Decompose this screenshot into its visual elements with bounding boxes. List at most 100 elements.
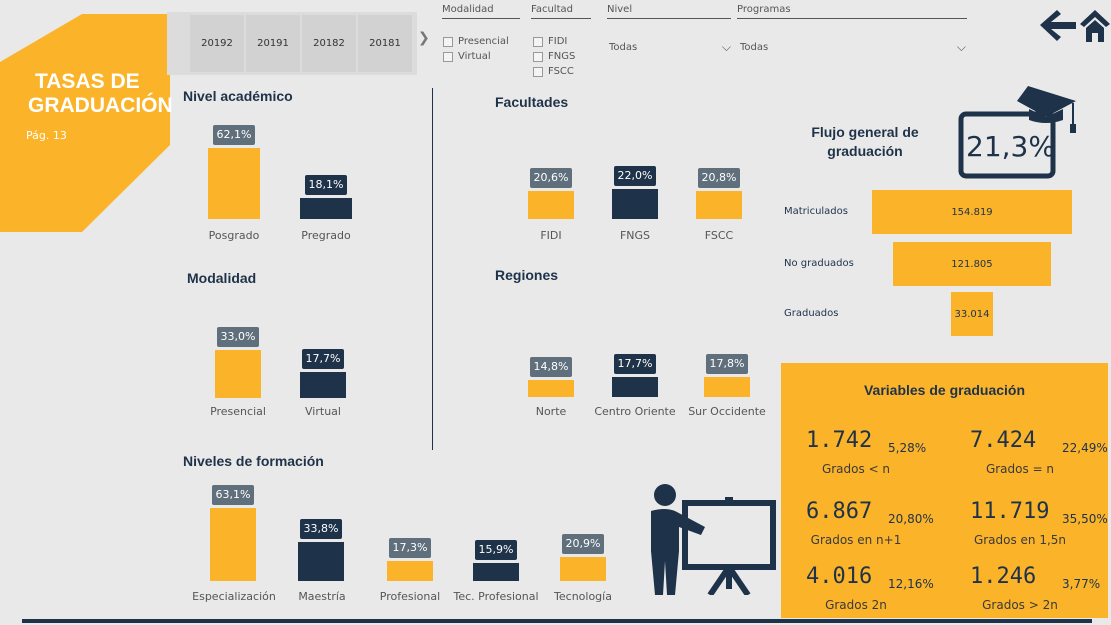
bar-sur-occidente[interactable] [704, 376, 750, 397]
category-label: Sur Occidente [688, 405, 766, 418]
data-label: 22,0% [614, 166, 656, 187]
data-label: 15,9% [475, 539, 517, 560]
category-label: Posgrado [208, 229, 260, 242]
category-label: Tecnología [554, 590, 612, 603]
nivel-dropdown[interactable]: Todas ⌵ [609, 40, 731, 54]
bar-posgrado[interactable] [208, 147, 260, 219]
page-number: Pág. 13 [26, 129, 67, 142]
period-20181[interactable]: 20181 [358, 15, 412, 72]
heading-modalidad: Modalidad [187, 270, 257, 286]
bar-presencial[interactable] [215, 350, 261, 398]
variable-percent: 5,28% [888, 441, 927, 455]
bottom-divider [22, 619, 1092, 623]
period-20182[interactable]: 20182 [302, 15, 356, 72]
data-label: 20,8% [698, 167, 740, 188]
variable-caption: Grados > 2n [982, 598, 1058, 612]
bar-fscc[interactable] [696, 190, 742, 219]
filter-facultad-label: Facultad [531, 4, 573, 15]
variable-percent: 22,49% [1062, 441, 1108, 455]
checkbox-label: Presencial [458, 36, 509, 47]
data-label: 17,3% [389, 538, 431, 559]
bar-especializaci-n[interactable] [210, 508, 256, 581]
variable-caption: Grados = n [985, 462, 1055, 476]
category-label: Tec. Profesional [453, 590, 539, 603]
variable-percent: 12,16% [888, 577, 934, 591]
funnel-bar[interactable]: 33.014 [950, 292, 994, 336]
back-arrow-icon[interactable] [1040, 8, 1076, 42]
period-20192[interactable]: 20192 [190, 15, 244, 72]
filter-divider [607, 18, 731, 19]
data-label: 17,7% [614, 353, 656, 374]
variable-caption: Grados < n [821, 462, 891, 476]
heading-facultades: Facultades [495, 94, 569, 110]
chevron-right-icon[interactable]: ❯ [418, 30, 430, 46]
category-label: Profesional [379, 590, 441, 603]
programas-dropdown[interactable]: Todas ⌵ [740, 40, 966, 54]
checkbox-presencial[interactable]: Presencial [443, 36, 509, 47]
bar-virtual[interactable] [300, 372, 346, 398]
funnel-bar[interactable]: 154.819 [872, 190, 1072, 234]
bar-profesional[interactable] [387, 561, 433, 581]
filter-nivel-label: Nivel [607, 4, 633, 15]
variable-value: 11.719 [970, 499, 1050, 524]
variable-value: 1.246 [970, 564, 1037, 589]
bar-fidi[interactable] [528, 191, 574, 219]
variable-value: 4.016 [806, 564, 873, 589]
dropdown-value: Todas [740, 42, 769, 53]
flujo-title-line2: graduación [827, 143, 903, 159]
funnel-label: No graduados [784, 258, 854, 269]
variable-percent: 35,50% [1062, 512, 1108, 526]
teacher-board-icon [651, 484, 776, 595]
filter-divider [442, 18, 520, 19]
bar-pregrado[interactable] [300, 198, 352, 219]
funnel-bar[interactable]: 121.805 [893, 242, 1051, 286]
page-title-line2: GRADUACIÓN [28, 94, 173, 117]
filter-divider [737, 18, 967, 19]
data-label: 33,0% [217, 327, 259, 348]
filter-modalidad-label: Modalidad [442, 4, 494, 15]
checkbox-fidi[interactable]: FIDI [533, 36, 567, 47]
checkbox-label: FNGS [548, 51, 576, 62]
variable-value: 7.424 [970, 428, 1037, 453]
variable-caption: Grados en n+1 [810, 533, 902, 547]
bar-norte[interactable] [528, 379, 574, 397]
data-label: 63,1% [212, 485, 254, 506]
chevron-down-icon: ⌵ [956, 40, 966, 54]
bar-tec-profesional[interactable] [473, 562, 519, 581]
category-label: Virtual [305, 405, 341, 418]
variable-caption: Grados 2n [825, 598, 887, 612]
checkbox-virtual[interactable]: Virtual [443, 51, 491, 62]
category-label: FSCC [704, 229, 734, 242]
data-label: 62,1% [213, 124, 255, 145]
variable-caption: Grados en 1,5n [973, 533, 1067, 547]
bar-centro-oriente[interactable] [612, 376, 658, 397]
variable-value: 1.742 [806, 428, 873, 453]
category-label: Centro Oriente [594, 405, 676, 418]
heading-regiones: Regiones [495, 267, 559, 283]
category-label: Maestría [298, 590, 346, 603]
period-20191[interactable]: 20191 [246, 15, 300, 72]
funnel-label: Matriculados [784, 206, 848, 217]
variable-percent: 3,77% [1062, 577, 1101, 591]
home-icon[interactable] [1080, 8, 1110, 42]
graduation-rate: 21,3% [966, 130, 1055, 163]
category-label: Pregrado [301, 229, 351, 242]
category-label: Especialización [192, 590, 276, 603]
heading-nivel-academico: Nivel académico [183, 88, 293, 104]
variable-value: 6.867 [806, 499, 873, 524]
checkbox-fngs[interactable]: FNGS [533, 51, 575, 62]
chevron-down-icon: ⌵ [721, 40, 731, 54]
checkbox-label: FIDI [548, 36, 568, 47]
data-label: 33,8% [300, 519, 342, 540]
bar-tecnolog-a[interactable] [560, 556, 606, 581]
variables-title: Variables de graduación [863, 382, 1026, 398]
variable-percent: 20,80% [888, 512, 934, 526]
dropdown-value: Todas [609, 42, 638, 53]
bar-fngs[interactable] [612, 189, 658, 219]
checkbox-fscc[interactable]: FSCC [533, 66, 574, 77]
bar-maestr-a[interactable] [298, 542, 344, 581]
data-label: 20,9% [562, 533, 604, 554]
data-label: 17,8% [706, 353, 748, 374]
filter-programas-label: Programas [737, 4, 791, 15]
page-title-line1: TASAS DE [35, 70, 140, 93]
